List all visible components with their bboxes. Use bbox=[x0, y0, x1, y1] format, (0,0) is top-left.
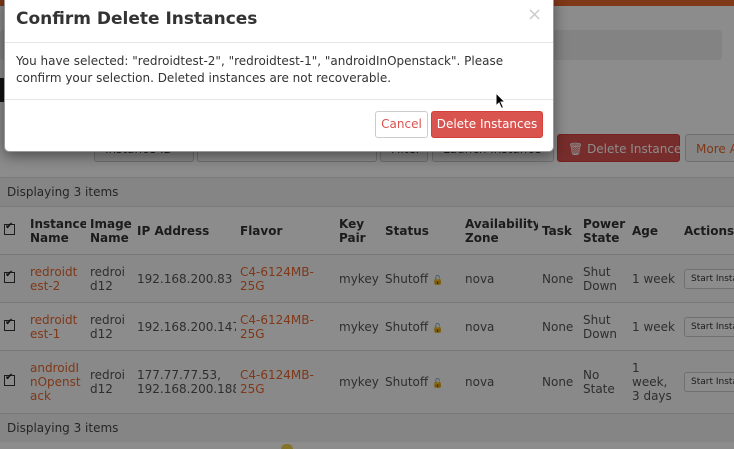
confirm-delete-button[interactable]: Delete Instances bbox=[431, 111, 543, 138]
dialog-message: You have selected: "redroidtest-2", "red… bbox=[16, 54, 504, 85]
cancel-button[interactable]: Cancel bbox=[375, 111, 428, 138]
confirm-delete-dialog: Confirm Delete Instances × You have sele… bbox=[4, 0, 554, 152]
dialog-header: Confirm Delete Instances × bbox=[5, 0, 553, 43]
close-icon[interactable]: × bbox=[527, 6, 542, 24]
mouse-pointer-icon bbox=[495, 91, 507, 110]
dialog-footer: Cancel Delete Instances bbox=[5, 99, 553, 152]
dialog-title: Confirm Delete Instances bbox=[16, 9, 258, 29]
